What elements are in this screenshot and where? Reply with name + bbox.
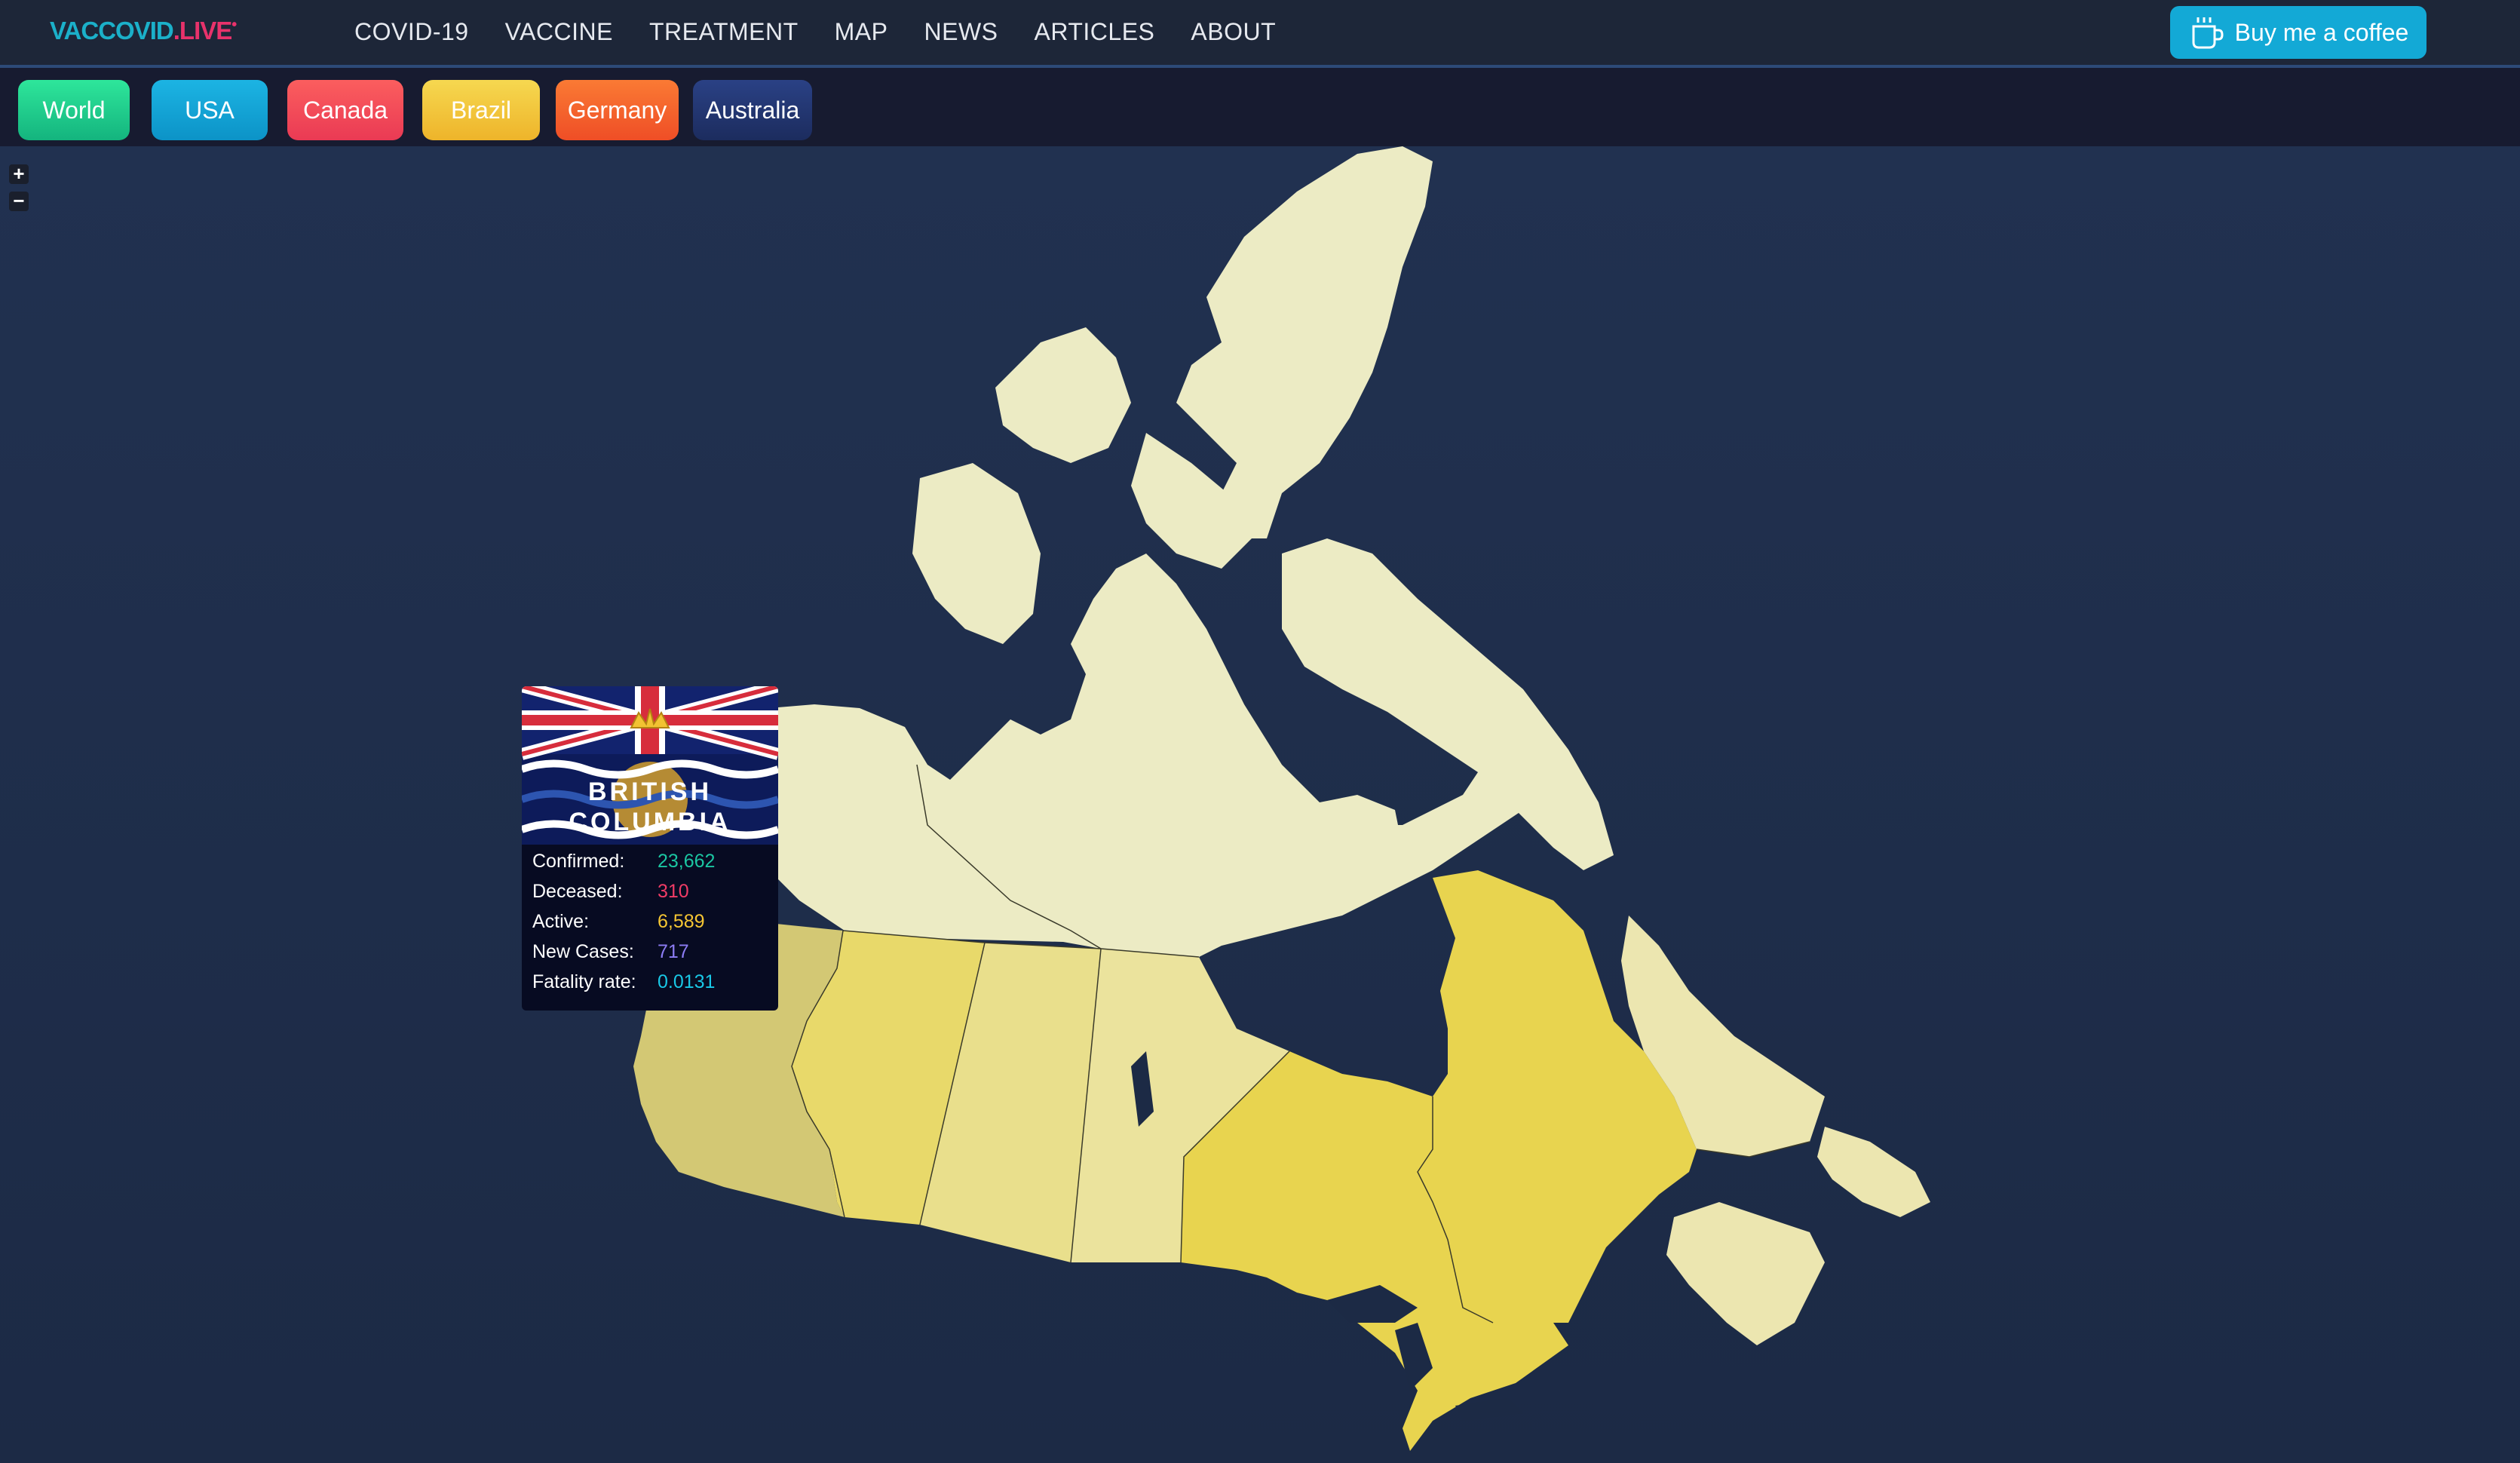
region-arctic-islands-west[interactable] [995, 327, 1131, 463]
map-container[interactable]: + − BRITISH COLUMBIA Confirmed: 23,662 D… [0, 146, 2520, 1463]
stat-value: 310 [658, 880, 689, 902]
tooltip-stats: Confirmed: 23,662 Deceased: 310 Active: … [532, 846, 715, 997]
country-button-brazil[interactable]: Brazil [422, 80, 540, 140]
stat-value: 6,589 [658, 910, 705, 932]
stat-row-new-cases: New Cases: 717 [532, 937, 715, 967]
nav-covid19[interactable]: COVID-19 [354, 18, 469, 46]
stat-label: New Cases: [532, 940, 634, 962]
stat-label: Active: [532, 910, 590, 932]
region-quebec[interactable] [1418, 870, 1697, 1323]
stat-label: Confirmed: [532, 850, 625, 872]
coffee-cup-icon [2192, 17, 2224, 49]
main-nav: COVID-19 VACCINE TREATMENT MAP NEWS ARTI… [354, 18, 1276, 46]
stat-row-confirmed: Confirmed: 23,662 [532, 846, 715, 876]
province-tooltip: BRITISH COLUMBIA Confirmed: 23,662 Decea… [522, 686, 778, 1011]
top-nav-bar: VACCOVID.LIVE• COVID-19 VACCINE TREATMEN… [0, 0, 2520, 68]
country-button-usa[interactable]: USA [152, 80, 268, 140]
stat-label: Fatality rate: [532, 971, 636, 992]
nav-news[interactable]: NEWS [924, 18, 998, 46]
nav-treatment[interactable]: TREATMENT [649, 18, 799, 46]
tooltip-title-line1: BRITISH [588, 778, 712, 806]
region-maritimes[interactable] [1666, 1202, 1825, 1345]
stat-row-active: Active: 6,589 [532, 906, 715, 937]
country-button-canada[interactable]: Canada [287, 80, 403, 140]
coffee-label: Buy me a coffee [2234, 18, 2409, 46]
nav-articles[interactable]: ARTICLES [1034, 18, 1154, 46]
country-button-germany[interactable]: Germany [556, 80, 679, 140]
nav-map[interactable]: MAP [835, 18, 888, 46]
stat-row-deceased: Deceased: 310 [532, 876, 715, 906]
stat-label: Deceased: [532, 880, 623, 902]
region-arctic-islands[interactable] [1176, 146, 1433, 538]
canada-map [592, 146, 1930, 1451]
region-newfoundland[interactable] [1817, 1127, 1930, 1217]
site-logo[interactable]: VACCOVID.LIVE• [50, 17, 237, 45]
stat-value: 717 [658, 940, 689, 962]
stat-row-fatality-rate: Fatality rate: 0.0131 [532, 967, 715, 997]
stat-value: 0.0131 [658, 971, 716, 992]
region-victoria-island[interactable] [912, 463, 1041, 644]
stat-value: 23,662 [658, 850, 716, 872]
nav-about[interactable]: ABOUT [1191, 18, 1276, 46]
tooltip-title: BRITISH COLUMBIA [522, 777, 778, 837]
buy-me-a-coffee-button[interactable]: Buy me a coffee [2170, 6, 2426, 59]
lake-ontario [1455, 1398, 1523, 1421]
country-button-australia[interactable]: Australia [693, 80, 812, 140]
country-selector-bar: World USA Canada Brazil Germany Australi… [0, 68, 2520, 146]
country-button-world[interactable]: World [18, 80, 130, 140]
tooltip-title-line2: COLUMBIA [569, 808, 731, 836]
nav-vaccine[interactable]: VACCINE [505, 18, 613, 46]
